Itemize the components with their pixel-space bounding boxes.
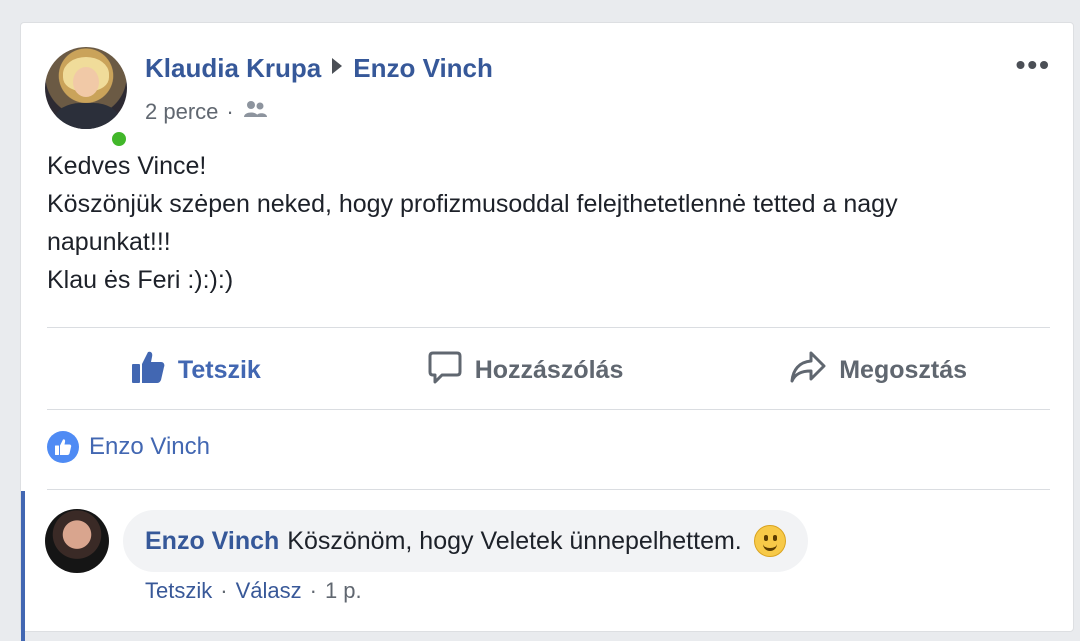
likes-summary: Enzo Vinch [47,431,210,463]
post-text-line: napunkat!!! [47,228,171,256]
post-text-line: Klau ės Feri :):):) [47,266,234,294]
share-button-label: Megosztás [839,355,968,384]
speech-bubble-icon [427,349,463,392]
target-name-link[interactable]: Enzo Vinch [353,53,493,84]
more-options-icon[interactable]: ••• [1016,49,1051,81]
caret-right-icon [331,57,343,80]
comment-text: Köszönöm, hogy Veletek ünnepelhettem. [287,526,742,555]
post-body: Kedves Vince! Köszönjük szėpen neked, ho… [47,147,1047,299]
post-header: Klaudia Krupa Enzo Vinch [145,53,493,84]
comment-author-link[interactable]: Enzo Vinch [145,527,279,556]
post-meta: 2 perce · [145,99,268,125]
comment-reply-link[interactable]: Válasz [236,578,302,604]
meta-separator: · [226,99,234,124]
smiley-emoji-icon [753,525,786,557]
author-avatar[interactable] [45,47,129,149]
post-actions-bar: Tetszik Hozzászólás Megosztás [47,329,1050,411]
post-text-line: Köszönjük szėpen neked, hogy profizmusod… [47,190,898,218]
comment-button[interactable]: Hozzászólás [427,349,624,392]
like-button[interactable]: Tetszik [130,349,261,392]
divider [47,327,1050,328]
comment-like-link[interactable]: Tetszik [145,578,212,604]
comment-separator: · [309,578,317,603]
likes-names-link[interactable]: Enzo Vinch [89,433,210,461]
share-button[interactable]: Megosztás [789,350,967,391]
like-button-label: Tetszik [177,355,261,384]
friends-icon[interactable] [242,99,268,125]
commenter-avatar[interactable] [45,509,109,573]
author-avatar-image [45,47,127,129]
post-text-line: Kedves Vince! [47,152,207,180]
share-arrow-icon [789,350,827,391]
post-timestamp[interactable]: 2 perce [145,99,218,125]
comment-actions: Tetszik · Válasz · 1 p. [145,578,362,604]
divider [47,489,1050,490]
online-status-indicator [109,129,129,149]
like-reaction-icon [47,431,79,463]
comment-button-label: Hozzászólás [474,355,624,384]
comment-timestamp[interactable]: 1 p. [325,578,362,604]
comment-separator: · [220,578,228,603]
thumbs-up-icon [130,349,166,392]
divider [47,409,1050,410]
author-name-link[interactable]: Klaudia Krupa [145,53,321,84]
comment-bubble: Enzo Vinch Köszönöm, hogy Veletek ünnepe… [123,510,808,572]
post-card: Klaudia Krupa Enzo Vinch 2 perce · ••• K… [20,22,1074,641]
